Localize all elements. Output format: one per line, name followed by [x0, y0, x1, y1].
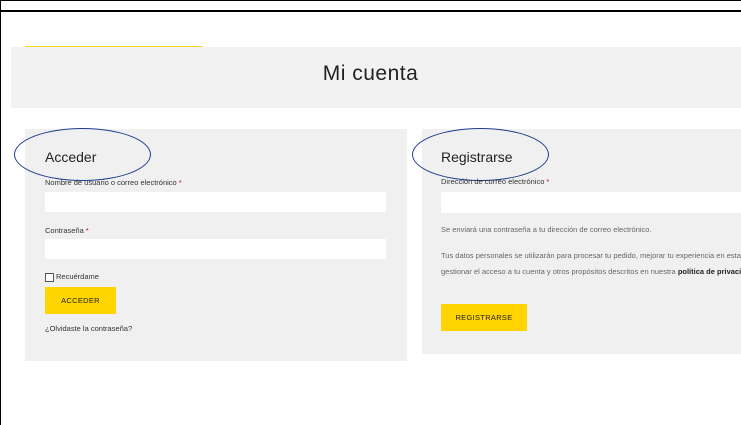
username-label: Nombre de usuario o correo electrónico *	[45, 178, 182, 187]
password-label: Contraseña *	[45, 226, 89, 235]
required-marker: *	[85, 226, 89, 235]
page-title: Mi cuenta	[322, 62, 419, 85]
privacy-paragraph: Tus datos personales se utilizarán para …	[441, 248, 741, 280]
username-input[interactable]	[45, 192, 386, 212]
register-heading-annotation-oval	[412, 128, 549, 181]
register-email-label: Dirección de correo electrónico *	[441, 177, 549, 186]
login-heading-annotation-oval	[14, 128, 151, 181]
privacy-policy-link[interactable]: política de privacidad	[678, 267, 741, 276]
remember-checkbox[interactable]	[45, 273, 54, 282]
header-divider	[0, 10, 741, 12]
login-button[interactable]: ACCEDER	[45, 287, 116, 314]
remember-label: Recuérdame	[56, 272, 99, 281]
register-email-input[interactable]	[441, 192, 741, 213]
password-input[interactable]	[45, 239, 386, 259]
forgot-password-link[interactable]: ¿Olvidaste la contraseña?	[45, 324, 132, 333]
password-note: Se enviará una contraseña a tu dirección…	[441, 225, 652, 234]
password-label-text: Contraseña	[45, 226, 84, 235]
register-email-label-text: Dirección de correo electrónico	[441, 177, 545, 186]
required-marker: *	[546, 177, 550, 186]
register-button[interactable]: REGISTRARSE	[441, 304, 527, 331]
username-label-text: Nombre de usuario o correo electrónico	[45, 178, 177, 187]
required-marker: *	[178, 178, 182, 187]
frame-top-border	[0, 0, 741, 1]
